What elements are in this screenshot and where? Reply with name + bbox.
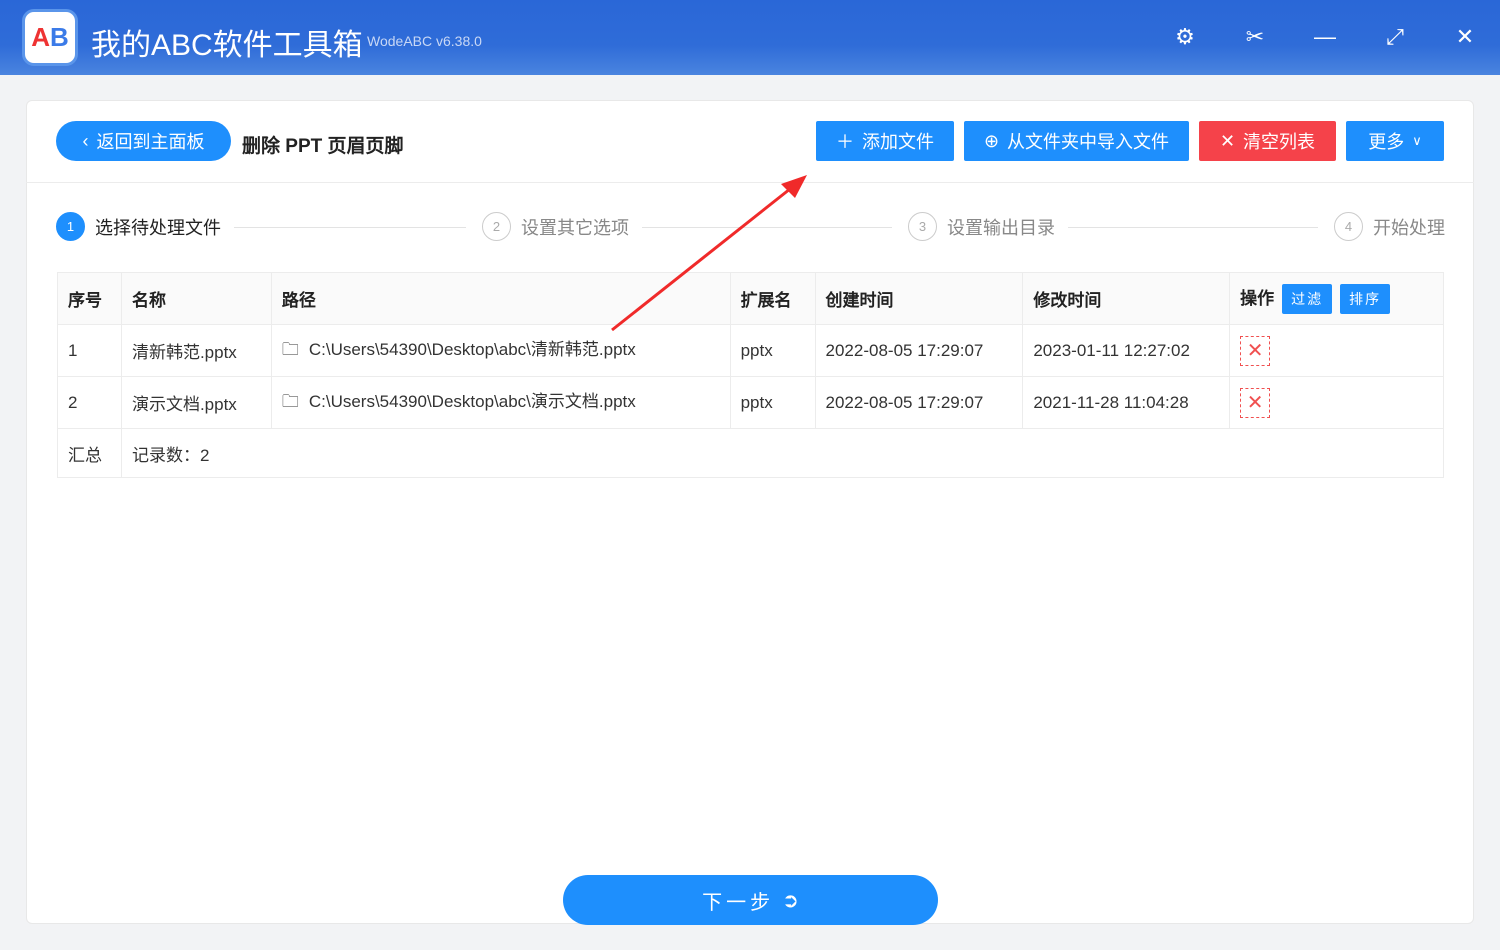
annotation-arrow <box>611 175 807 332</box>
next-step-button[interactable]: 下一步 ➲ <box>563 875 938 925</box>
next-label: 下一步 <box>702 891 775 914</box>
arrow-right-circle-icon: ➲ <box>782 889 799 912</box>
